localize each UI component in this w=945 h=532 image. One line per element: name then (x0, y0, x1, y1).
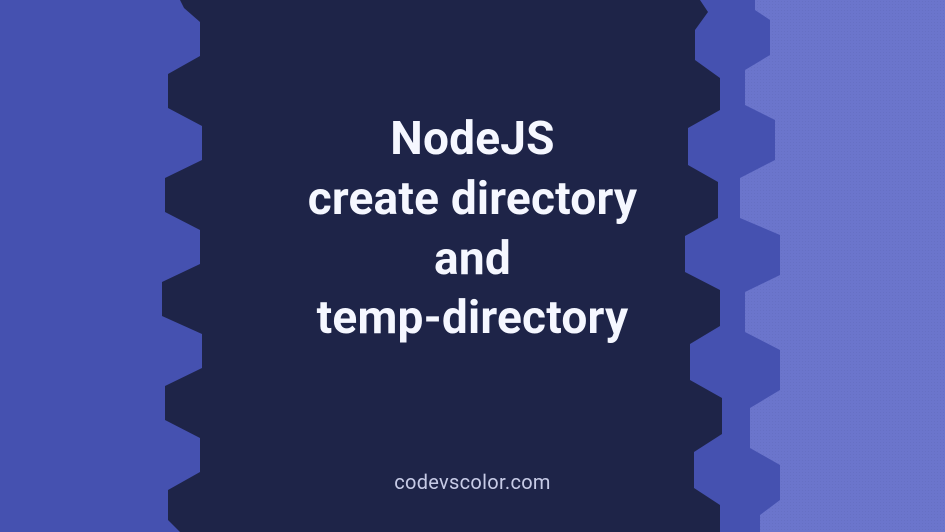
hero-title: NodeJS create directory and temp-directo… (193, 110, 753, 349)
title-line-3: and (193, 230, 753, 290)
title-line-1: NodeJS (193, 110, 753, 170)
title-line-2: create directory (193, 170, 753, 230)
title-line-4: temp-directory (193, 289, 753, 349)
site-watermark: codevscolor.com (394, 470, 551, 494)
